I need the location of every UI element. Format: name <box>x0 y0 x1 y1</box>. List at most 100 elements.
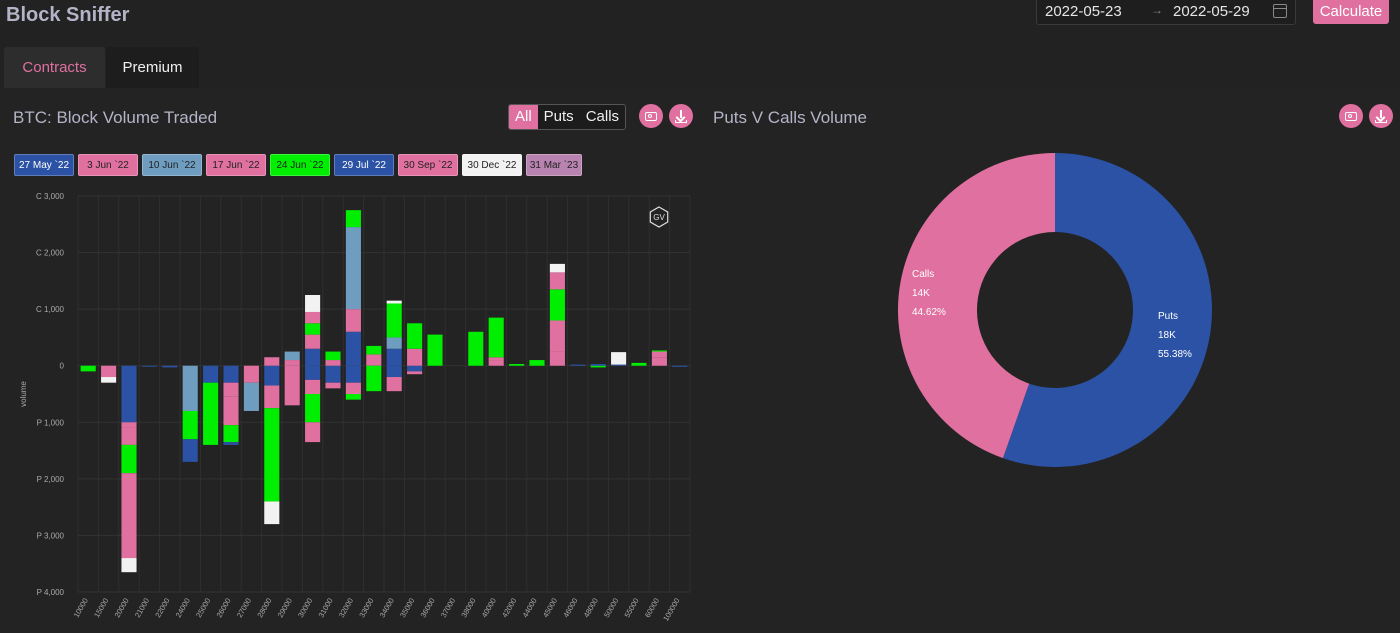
bar-segment-put[interactable] <box>223 396 239 426</box>
bar-segment-call[interactable] <box>651 350 667 352</box>
bar-segment-call[interactable] <box>651 357 667 366</box>
x-tick-label: 48000 <box>582 597 600 620</box>
bar-segment-put[interactable] <box>121 444 137 474</box>
bar-segment-call[interactable] <box>631 362 647 366</box>
bar-segment-put[interactable] <box>162 365 178 368</box>
bar-segment-put[interactable] <box>223 365 239 383</box>
chart-gridlines <box>77 195 691 593</box>
bar-segment-call[interactable] <box>305 323 321 335</box>
bar-segment-call[interactable] <box>549 351 565 366</box>
bar-segment-call[interactable] <box>407 348 423 366</box>
bar-segment-call[interactable] <box>407 323 423 349</box>
bar-segment-put[interactable] <box>223 382 239 397</box>
bar-segment-put[interactable] <box>284 365 300 406</box>
bar-segment-call[interactable] <box>284 360 300 366</box>
bar-segment-put[interactable] <box>345 382 361 394</box>
bar-segment-call[interactable] <box>488 360 504 366</box>
bar-segment-call[interactable] <box>611 352 627 365</box>
bar-segment-put[interactable] <box>223 425 239 443</box>
bar-segment-call[interactable] <box>345 227 361 310</box>
bar-segment-put[interactable] <box>121 422 137 428</box>
bar-segment-put[interactable] <box>264 385 280 409</box>
bar-segment-call[interactable] <box>305 311 321 324</box>
x-tick-label: 10000 <box>72 597 90 620</box>
bar-segment-call[interactable] <box>529 360 545 366</box>
bar-segment-put[interactable] <box>672 365 688 367</box>
bar-segment-call[interactable] <box>651 351 667 358</box>
bar-segment-call[interactable] <box>549 289 565 321</box>
bar-segment-call[interactable] <box>345 309 361 332</box>
bar-segment-put[interactable] <box>325 365 341 383</box>
bar-segment-call[interactable] <box>345 210 361 228</box>
bar-segment-call[interactable] <box>488 357 504 361</box>
x-tick-label: 20000 <box>113 597 131 620</box>
bar-segment-put[interactable] <box>203 382 219 445</box>
bar-segment-call[interactable] <box>284 351 300 361</box>
bar-segment-put[interactable] <box>407 371 423 375</box>
bar-segment-put[interactable] <box>203 365 219 383</box>
bar-segment-call[interactable] <box>305 334 321 349</box>
bar-segment-put[interactable] <box>121 558 137 573</box>
bar-segment-call[interactable] <box>386 348 402 366</box>
bar-segment-put[interactable] <box>182 439 198 462</box>
bar-segment-put[interactable] <box>80 365 96 372</box>
bar-segment-put[interactable] <box>345 365 361 383</box>
bar-segment-put[interactable] <box>386 365 402 378</box>
bar-segment-put[interactable] <box>121 365 137 423</box>
bar-segment-call[interactable] <box>305 295 321 312</box>
bar-segment-call[interactable] <box>264 357 280 366</box>
date-range-picker[interactable]: 2022-05-23 → 2022-05-29 <box>1036 0 1296 25</box>
bar-segment-call[interactable] <box>549 263 565 273</box>
calculate-button[interactable]: Calculate <box>1313 0 1389 24</box>
bar-segment-call[interactable] <box>509 364 525 366</box>
bar-segment-call[interactable] <box>386 303 402 338</box>
y-tick-label: P 1,000 <box>37 418 65 427</box>
bar-segment-call[interactable] <box>549 320 565 352</box>
tab-premium[interactable]: Premium <box>106 47 199 88</box>
bar-segment-put[interactable] <box>305 365 321 380</box>
bar-segment-call[interactable] <box>305 348 321 366</box>
bar-segment-put[interactable] <box>182 365 198 411</box>
x-tick-label: 44000 <box>521 597 539 620</box>
bar-segment-put[interactable] <box>366 365 382 392</box>
bar-segment-put[interactable] <box>264 365 280 386</box>
bar-segment-put[interactable] <box>407 365 423 372</box>
bar-segment-call[interactable] <box>366 354 382 366</box>
bar-segment-put[interactable] <box>223 442 239 445</box>
calendar-icon[interactable] <box>1273 4 1287 18</box>
bar-segment-put[interactable] <box>141 365 157 367</box>
bar-segment-call[interactable] <box>386 300 402 304</box>
bar-segment-call[interactable] <box>488 317 504 358</box>
bar-segment-call[interactable] <box>570 364 586 366</box>
bar-segment-call[interactable] <box>386 337 402 349</box>
bar-segment-call[interactable] <box>325 351 341 361</box>
tab-contracts[interactable]: Contracts <box>4 47 105 88</box>
bar-segment-put[interactable] <box>182 410 198 440</box>
bar-segment-put[interactable] <box>325 382 341 389</box>
bar-segment-put[interactable] <box>264 408 280 502</box>
bar-segment-call[interactable] <box>549 272 565 290</box>
bar-segment-put[interactable] <box>101 377 117 383</box>
bar-segment-call[interactable] <box>468 331 484 366</box>
bar-segment-put[interactable] <box>590 365 606 368</box>
bar-segment-put[interactable] <box>101 365 117 378</box>
bar-segment-put[interactable] <box>345 394 361 400</box>
bar-segment-call[interactable] <box>427 334 443 366</box>
bar-segment-call[interactable] <box>345 331 361 366</box>
bar-segment-call[interactable] <box>325 360 341 366</box>
bar-segment-put[interactable] <box>243 365 259 383</box>
bar-segment-put[interactable] <box>305 379 321 394</box>
bar-segment-put[interactable] <box>305 394 321 423</box>
bar-segment-put[interactable] <box>121 473 137 559</box>
bar-segment-put[interactable] <box>243 382 259 411</box>
bar-segment-put[interactable] <box>386 377 402 392</box>
donut-label: 14K <box>912 288 930 299</box>
bar-segment-put[interactable] <box>121 427 137 445</box>
end-date-input[interactable]: 2022-05-29 <box>1173 3 1250 20</box>
bar-segment-call[interactable] <box>611 364 627 366</box>
bar-segment-call[interactable] <box>590 364 606 366</box>
bar-segment-put[interactable] <box>305 422 321 443</box>
start-date-input[interactable]: 2022-05-23 <box>1045 3 1122 20</box>
bar-segment-call[interactable] <box>366 345 382 355</box>
bar-segment-put[interactable] <box>264 501 280 525</box>
